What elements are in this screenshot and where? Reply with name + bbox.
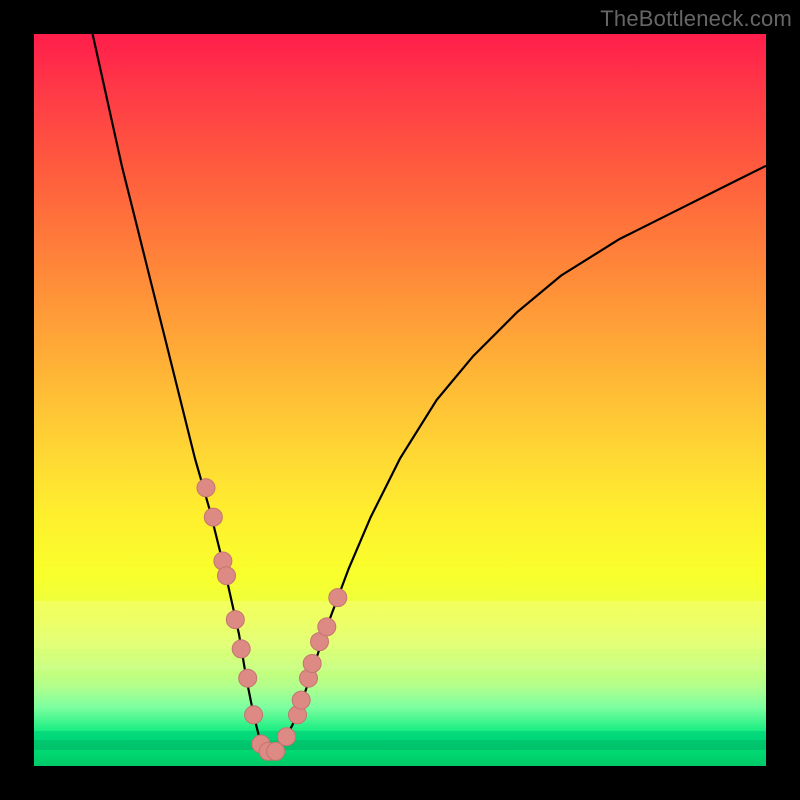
data-marker bbox=[204, 508, 222, 526]
plot-area bbox=[34, 34, 766, 766]
data-marker bbox=[245, 706, 263, 724]
data-marker bbox=[292, 691, 310, 709]
data-marker bbox=[197, 479, 215, 497]
data-marker bbox=[329, 589, 347, 607]
data-marker bbox=[278, 728, 296, 746]
data-marker bbox=[318, 618, 336, 636]
bottleneck-curve bbox=[93, 34, 766, 751]
data-marker bbox=[232, 640, 250, 658]
marker-group bbox=[197, 479, 347, 761]
chart-svg bbox=[34, 34, 766, 766]
data-marker bbox=[267, 742, 285, 760]
data-marker bbox=[226, 611, 244, 629]
data-marker bbox=[239, 669, 257, 687]
data-marker bbox=[303, 655, 321, 673]
chart-container: TheBottleneck.com bbox=[0, 0, 800, 800]
data-marker bbox=[218, 567, 236, 585]
watermark-text: TheBottleneck.com bbox=[600, 6, 792, 32]
